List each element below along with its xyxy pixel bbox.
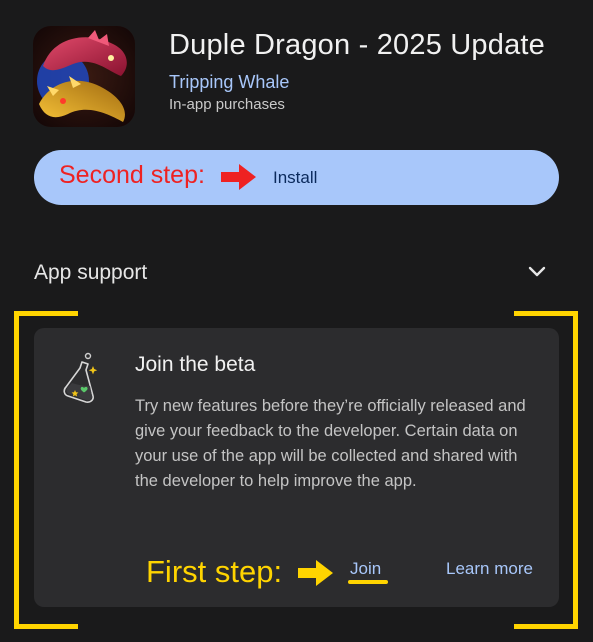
join-beta-button[interactable]: Join (350, 559, 381, 579)
highlight-bracket-right (514, 311, 578, 629)
beta-title: Join the beta (135, 353, 256, 376)
dragon-icon (33, 26, 135, 127)
beta-description: Try new features before they’re official… (135, 397, 526, 490)
developer-link[interactable]: Tripping Whale (169, 72, 289, 93)
chevron-down-icon[interactable] (527, 264, 547, 280)
in-app-purchases-note: In-app purchases (169, 96, 285, 113)
app-title: Duple Dragon - 2025 Update (169, 29, 545, 61)
app-support-label[interactable]: App support (34, 261, 147, 285)
app-detail-page: Duple Dragon - 2025 Update Tripping Whal… (0, 0, 593, 642)
install-button-label[interactable]: Install (273, 168, 317, 188)
highlight-bracket-left (14, 311, 78, 629)
yellow-arrow-icon (298, 560, 333, 586)
first-step-annotation: First step: (146, 554, 283, 589)
app-icon (33, 26, 135, 127)
red-arrow-icon (221, 164, 256, 190)
join-highlight-underline (348, 580, 388, 584)
second-step-annotation: Second step: (59, 161, 205, 189)
